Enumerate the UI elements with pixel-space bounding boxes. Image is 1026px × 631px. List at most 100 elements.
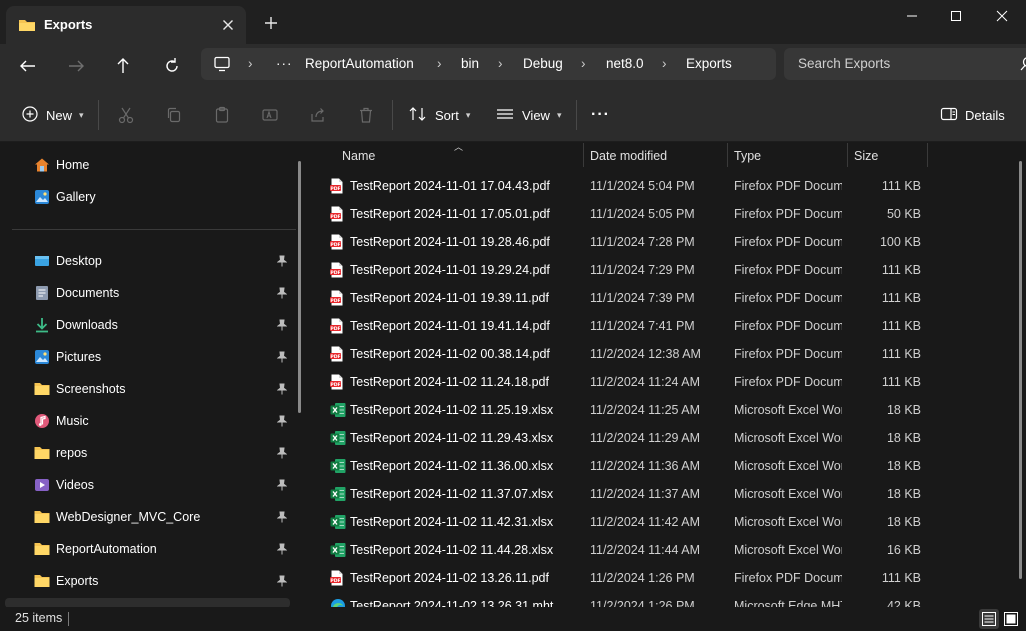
table-row[interactable]: PDF TestReport 2024-11-02 13.26.11.pdf 11/… [311,564,1011,592]
file-size: 111 KB [881,319,921,333]
minimize-icon[interactable] [897,6,927,26]
view-button[interactable]: View ▾ [495,103,561,127]
sidebar-item-screenshots[interactable]: Screenshots [0,374,290,404]
new-button[interactable]: New ▾ [21,103,84,127]
more-options-button[interactable]: ··· [591,103,610,127]
pin-icon[interactable] [276,287,288,302]
sidebar-selected-item[interactable] [5,598,290,607]
sidebar-item-label: Screenshots [56,382,126,396]
details-pane-button[interactable]: Details [940,103,1005,127]
pin-icon[interactable] [276,479,288,494]
table-row[interactable]: PDF TestReport 2024-11-01 19.29.24.pdf 11/… [311,256,1011,284]
pin-icon[interactable] [276,383,288,398]
share-icon[interactable] [308,103,328,127]
rename-icon[interactable] [260,103,280,127]
sidebar-scrollbar[interactable] [298,161,301,413]
up-arrow-icon[interactable] [110,54,136,78]
sidebar-item-webdesigner[interactable]: WebDesigner_MVC_Core [0,502,290,532]
table-row[interactable]: TestReport 2024-11-02 11.25.19.xlsx 11/2/… [311,396,1011,424]
sidebar-item-repos[interactable]: repos [0,438,290,468]
cut-icon[interactable] [116,103,136,127]
table-row[interactable]: PDF TestReport 2024-11-01 19.39.11.pdf 11/… [311,284,1011,312]
table-row[interactable]: TestReport 2024-11-02 11.36.00.xlsx 11/2/… [311,452,1011,480]
breadcrumb-chevron-icon[interactable]: › [248,56,253,71]
search-icon[interactable] [1020,56,1026,75]
sidebar-item-downloads[interactable]: Downloads [0,310,290,340]
sidebar-item-home[interactable]: Home [0,150,290,180]
close-window-icon[interactable] [987,6,1017,26]
table-row[interactable]: PDF TestReport 2024-11-02 11.24.18.pdf 11/… [311,368,1011,396]
table-row[interactable]: TestReport 2024-11-02 11.29.43.xlsx 11/2/… [311,424,1011,452]
file-list-scrollbar[interactable] [1019,161,1022,579]
table-row[interactable]: PDF TestReport 2024-11-01 17.05.01.pdf 11/… [311,200,1011,228]
sidebar-item-videos[interactable]: Videos [0,470,290,500]
column-header-date[interactable]: Date modified [590,149,667,173]
pin-icon[interactable] [276,575,288,590]
column-header-name[interactable]: Name [342,149,375,173]
breadcrumb-chevron-icon[interactable]: › [581,56,586,71]
sidebar-item-gallery[interactable]: Gallery [0,182,290,212]
column-header-type[interactable]: Type [734,149,761,173]
column-divider[interactable] [727,143,728,167]
chevron-down-icon: ▾ [556,109,562,120]
sidebar-item-exports[interactable]: Exports [0,566,290,596]
pin-icon[interactable] [276,447,288,462]
table-row[interactable]: PDF TestReport 2024-11-02 00.38.14.pdf 11/… [311,340,1011,368]
file-size: 42 KB [886,599,921,607]
pin-icon[interactable] [276,511,288,526]
search-input[interactable]: Search Exports [784,48,1026,80]
table-row[interactable]: PDF TestReport 2024-11-01 17.04.43.pdf 11/… [311,172,1011,200]
sidebar-item-desktop[interactable]: Desktop [0,246,290,276]
breadcrumb-chevron-icon[interactable]: › [662,56,667,71]
file-size: 111 KB [881,571,921,585]
details-view-icon[interactable] [979,609,999,629]
table-row[interactable]: TestReport 2024-11-02 11.44.28.xlsx 11/2/… [311,536,1011,564]
column-divider[interactable] [847,143,848,167]
back-arrow-icon[interactable] [15,54,41,78]
new-tab-icon[interactable] [262,14,280,32]
sidebar-item-pictures[interactable]: Pictures [0,342,290,372]
table-row[interactable]: PDF TestReport 2024-11-01 19.28.46.pdf 11/… [311,228,1011,256]
table-row[interactable]: TestReport 2024-11-02 11.37.07.xlsx 11/2/… [311,480,1011,508]
breadcrumb-bin[interactable]: bin [461,56,479,71]
column-divider[interactable] [927,143,928,167]
breadcrumb-debug[interactable]: Debug [523,56,563,71]
pin-icon[interactable] [276,415,288,430]
breadcrumb-reportautomation[interactable]: ReportAutomation [305,56,414,71]
file-name: TestReport 2024-11-01 19.39.11.pdf [350,291,549,305]
column-divider[interactable] [583,143,584,167]
pin-icon[interactable] [276,351,288,366]
breadcrumb-chevron-icon[interactable]: › [437,56,442,71]
paste-icon[interactable] [212,103,232,127]
breadcrumb[interactable]: › ··· ReportAutomation › bin › Debug › n… [201,48,776,80]
pin-icon[interactable] [276,319,288,334]
copy-icon[interactable] [164,103,184,127]
sort-button[interactable]: Sort ▾ [408,103,470,127]
refresh-icon[interactable] [159,54,185,78]
table-row[interactable]: TestReport 2024-11-02 13.26.31.mht 11/2/2… [311,592,1011,607]
sidebar-item-documents[interactable]: Documents [0,278,290,308]
sidebar-item-music[interactable]: Music [0,406,290,436]
tab-exports[interactable]: Exports [6,6,246,44]
file-size: 18 KB [886,515,921,529]
pin-icon[interactable] [276,543,288,558]
pin-icon[interactable] [276,255,288,270]
breadcrumb-chevron-icon[interactable]: › [498,56,503,71]
breadcrumb-ellipsis[interactable]: ··· [276,56,293,71]
tiles-view-icon[interactable] [1001,609,1021,629]
table-row[interactable]: TestReport 2024-11-02 11.42.31.xlsx 11/2/… [311,508,1011,536]
sort-label: Sort [435,107,459,123]
forward-arrow-icon[interactable] [63,54,89,78]
sidebar-item-label: Music [56,414,89,428]
maximize-icon[interactable] [941,6,971,26]
close-tab-icon[interactable] [218,15,238,35]
table-row[interactable]: PDF TestReport 2024-11-01 19.41.14.pdf 11/… [311,312,1011,340]
breadcrumb-exports[interactable]: Exports [686,56,732,71]
sidebar-item-reportautomation[interactable]: ReportAutomation [0,534,290,564]
column-header-size[interactable]: Size [854,149,878,173]
delete-icon[interactable] [356,103,376,127]
breadcrumb-net8[interactable]: net8.0 [606,56,644,71]
file-type: Microsoft Excel Worksheet [734,543,842,557]
file-name: TestReport 2024-11-01 17.04.43.pdf [350,179,550,193]
computer-icon[interactable] [213,56,231,75]
